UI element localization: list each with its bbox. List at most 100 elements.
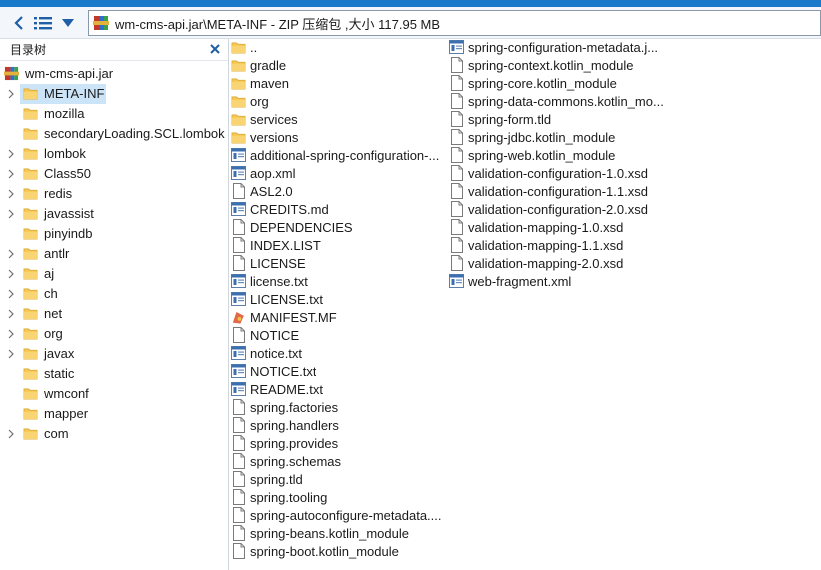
file-item[interactable]: NOTICE.txt bbox=[231, 362, 316, 380]
file-item[interactable]: .. bbox=[231, 38, 257, 56]
file-item[interactable]: validation-mapping-1.1.xsd bbox=[449, 236, 623, 254]
chevron-right-icon[interactable] bbox=[6, 329, 16, 339]
file-item[interactable]: spring-data-commons.kotlin_mo... bbox=[449, 92, 664, 110]
tree-folder-item[interactable]: net bbox=[0, 304, 228, 324]
text-file-icon bbox=[231, 147, 246, 163]
file-item[interactable]: validation-configuration-1.1.xsd bbox=[449, 182, 648, 200]
file-item[interactable]: spring-boot.kotlin_module bbox=[231, 542, 399, 560]
file-item[interactable]: license.txt bbox=[231, 272, 308, 290]
file-item[interactable]: spring.factories bbox=[231, 398, 338, 416]
file-item[interactable]: spring-beans.kotlin_module bbox=[231, 524, 409, 542]
file-item[interactable]: DEPENDENCIES bbox=[231, 218, 353, 236]
file-name: validation-mapping-1.1.xsd bbox=[468, 237, 624, 253]
tree-folder-item[interactable]: Class50 bbox=[0, 164, 228, 184]
address-bar[interactable]: wm-cms-api.jar\META-INF - ZIP 压缩包 ,大小 11… bbox=[88, 10, 821, 36]
back-button[interactable] bbox=[8, 11, 30, 35]
document-icon bbox=[449, 129, 464, 145]
file-name: additional-spring-configuration-... bbox=[250, 147, 440, 163]
file-item[interactable]: CREDITS.md bbox=[231, 200, 329, 218]
tree-folder-item[interactable]: wmconf bbox=[0, 384, 228, 404]
tree-folder-item[interactable]: aj bbox=[0, 264, 228, 284]
file-item[interactable]: gradle bbox=[231, 56, 286, 74]
file-name: spring.tld bbox=[250, 471, 303, 487]
file-item[interactable]: ASL2.0 bbox=[231, 182, 293, 200]
file-item[interactable]: LICENSE.txt bbox=[231, 290, 323, 308]
file-item[interactable]: spring-core.kotlin_module bbox=[449, 74, 617, 92]
file-item[interactable]: MANIFEST.MF bbox=[231, 308, 337, 326]
file-item[interactable]: LICENSE bbox=[231, 254, 306, 272]
file-item[interactable]: maven bbox=[231, 74, 289, 92]
tree-root[interactable]: wm-cms-api.jar bbox=[4, 63, 113, 83]
file-item[interactable]: spring-form.tld bbox=[449, 110, 551, 128]
file-item[interactable]: services bbox=[231, 110, 298, 128]
chevron-right-icon[interactable] bbox=[6, 209, 16, 219]
view-list-button[interactable] bbox=[32, 11, 54, 35]
chevron-right-icon[interactable] bbox=[6, 349, 16, 359]
file-item[interactable]: notice.txt bbox=[231, 344, 302, 362]
chevron-right-icon[interactable] bbox=[6, 429, 16, 439]
chevron-right-icon[interactable] bbox=[6, 269, 16, 279]
file-item[interactable]: spring-configuration-metadata.j... bbox=[449, 38, 658, 56]
file-item[interactable]: validation-mapping-2.0.xsd bbox=[449, 254, 623, 272]
chevron-right-icon[interactable] bbox=[6, 149, 16, 159]
tree-folder-item[interactable]: redis bbox=[0, 184, 228, 204]
close-icon[interactable] bbox=[208, 42, 222, 56]
file-item[interactable]: validation-mapping-1.0.xsd bbox=[449, 218, 623, 236]
file-name: LICENSE.txt bbox=[250, 291, 323, 307]
folder-icon bbox=[231, 129, 246, 145]
folder-icon bbox=[23, 266, 38, 284]
file-item[interactable]: versions bbox=[231, 128, 298, 146]
file-item[interactable]: spring-autoconfigure-metadata.... bbox=[231, 506, 442, 524]
tree-folder-item[interactable]: javassist bbox=[0, 204, 228, 224]
file-item[interactable]: spring.schemas bbox=[231, 452, 341, 470]
file-item[interactable]: spring.handlers bbox=[231, 416, 339, 434]
tree-folder-item[interactable]: mapper bbox=[0, 404, 228, 424]
file-item[interactable]: org bbox=[231, 92, 269, 110]
chevron-right-icon[interactable] bbox=[6, 189, 16, 199]
chevron-right-icon[interactable] bbox=[6, 309, 16, 319]
tree-folder-item[interactable]: secondaryLoading.SCL.lombok bbox=[0, 124, 228, 144]
chevron-right-icon[interactable] bbox=[6, 169, 16, 179]
file-item[interactable]: spring.tld bbox=[231, 470, 303, 488]
file-item[interactable]: spring-jdbc.kotlin_module bbox=[449, 128, 615, 146]
document-icon bbox=[231, 453, 246, 469]
view-dropdown-button[interactable] bbox=[58, 11, 78, 35]
tree-folder-item[interactable]: com bbox=[0, 424, 228, 444]
file-name: spring-boot.kotlin_module bbox=[250, 543, 399, 559]
tree-folder-item[interactable]: org bbox=[0, 324, 228, 344]
file-item[interactable]: validation-configuration-2.0.xsd bbox=[449, 200, 648, 218]
file-item[interactable]: spring.tooling bbox=[231, 488, 327, 506]
file-item[interactable]: aop.xml bbox=[231, 164, 296, 182]
chevron-right-icon[interactable] bbox=[6, 289, 16, 299]
file-name: services bbox=[250, 111, 298, 127]
tree-folder-item[interactable]: ch bbox=[0, 284, 228, 304]
tree-folder-item[interactable]: javax bbox=[0, 344, 228, 364]
file-name: spring-jdbc.kotlin_module bbox=[468, 129, 616, 145]
chevron-right-icon[interactable] bbox=[6, 249, 16, 259]
file-item[interactable]: validation-configuration-1.0.xsd bbox=[449, 164, 648, 182]
tree-folder-item[interactable]: pinyindb bbox=[0, 224, 228, 244]
chevron-right-icon[interactable] bbox=[6, 89, 16, 99]
file-item[interactable]: spring-context.kotlin_module bbox=[449, 56, 633, 74]
file-item[interactable]: NOTICE bbox=[231, 326, 299, 344]
document-icon bbox=[449, 75, 464, 91]
file-name: .. bbox=[250, 39, 258, 55]
file-item[interactable]: additional-spring-configuration-... bbox=[231, 146, 439, 164]
file-item[interactable]: web-fragment.xml bbox=[449, 272, 571, 290]
file-item[interactable]: README.txt bbox=[231, 380, 323, 398]
tree-folder-item[interactable]: static bbox=[0, 364, 228, 384]
file-item[interactable]: spring-web.kotlin_module bbox=[449, 146, 615, 164]
file-name: aop.xml bbox=[250, 165, 296, 181]
tree-folder-item[interactable]: META-INF bbox=[0, 84, 228, 104]
tree-folder-label: ch bbox=[44, 286, 58, 301]
tree-folder-label: antlr bbox=[44, 246, 70, 261]
tree-root-label: wm-cms-api.jar bbox=[25, 65, 114, 81]
file-item[interactable]: INDEX.LIST bbox=[231, 236, 321, 254]
tree-folder-item[interactable]: lombok bbox=[0, 144, 228, 164]
file-item[interactable]: spring.provides bbox=[231, 434, 338, 452]
folder-icon bbox=[231, 39, 246, 55]
tree-folder-item[interactable]: antlr bbox=[0, 244, 228, 264]
tree-folder-item[interactable]: mozilla bbox=[0, 104, 228, 124]
tree-folder-label: net bbox=[44, 306, 63, 321]
tree-header: 目录树 bbox=[0, 39, 228, 61]
